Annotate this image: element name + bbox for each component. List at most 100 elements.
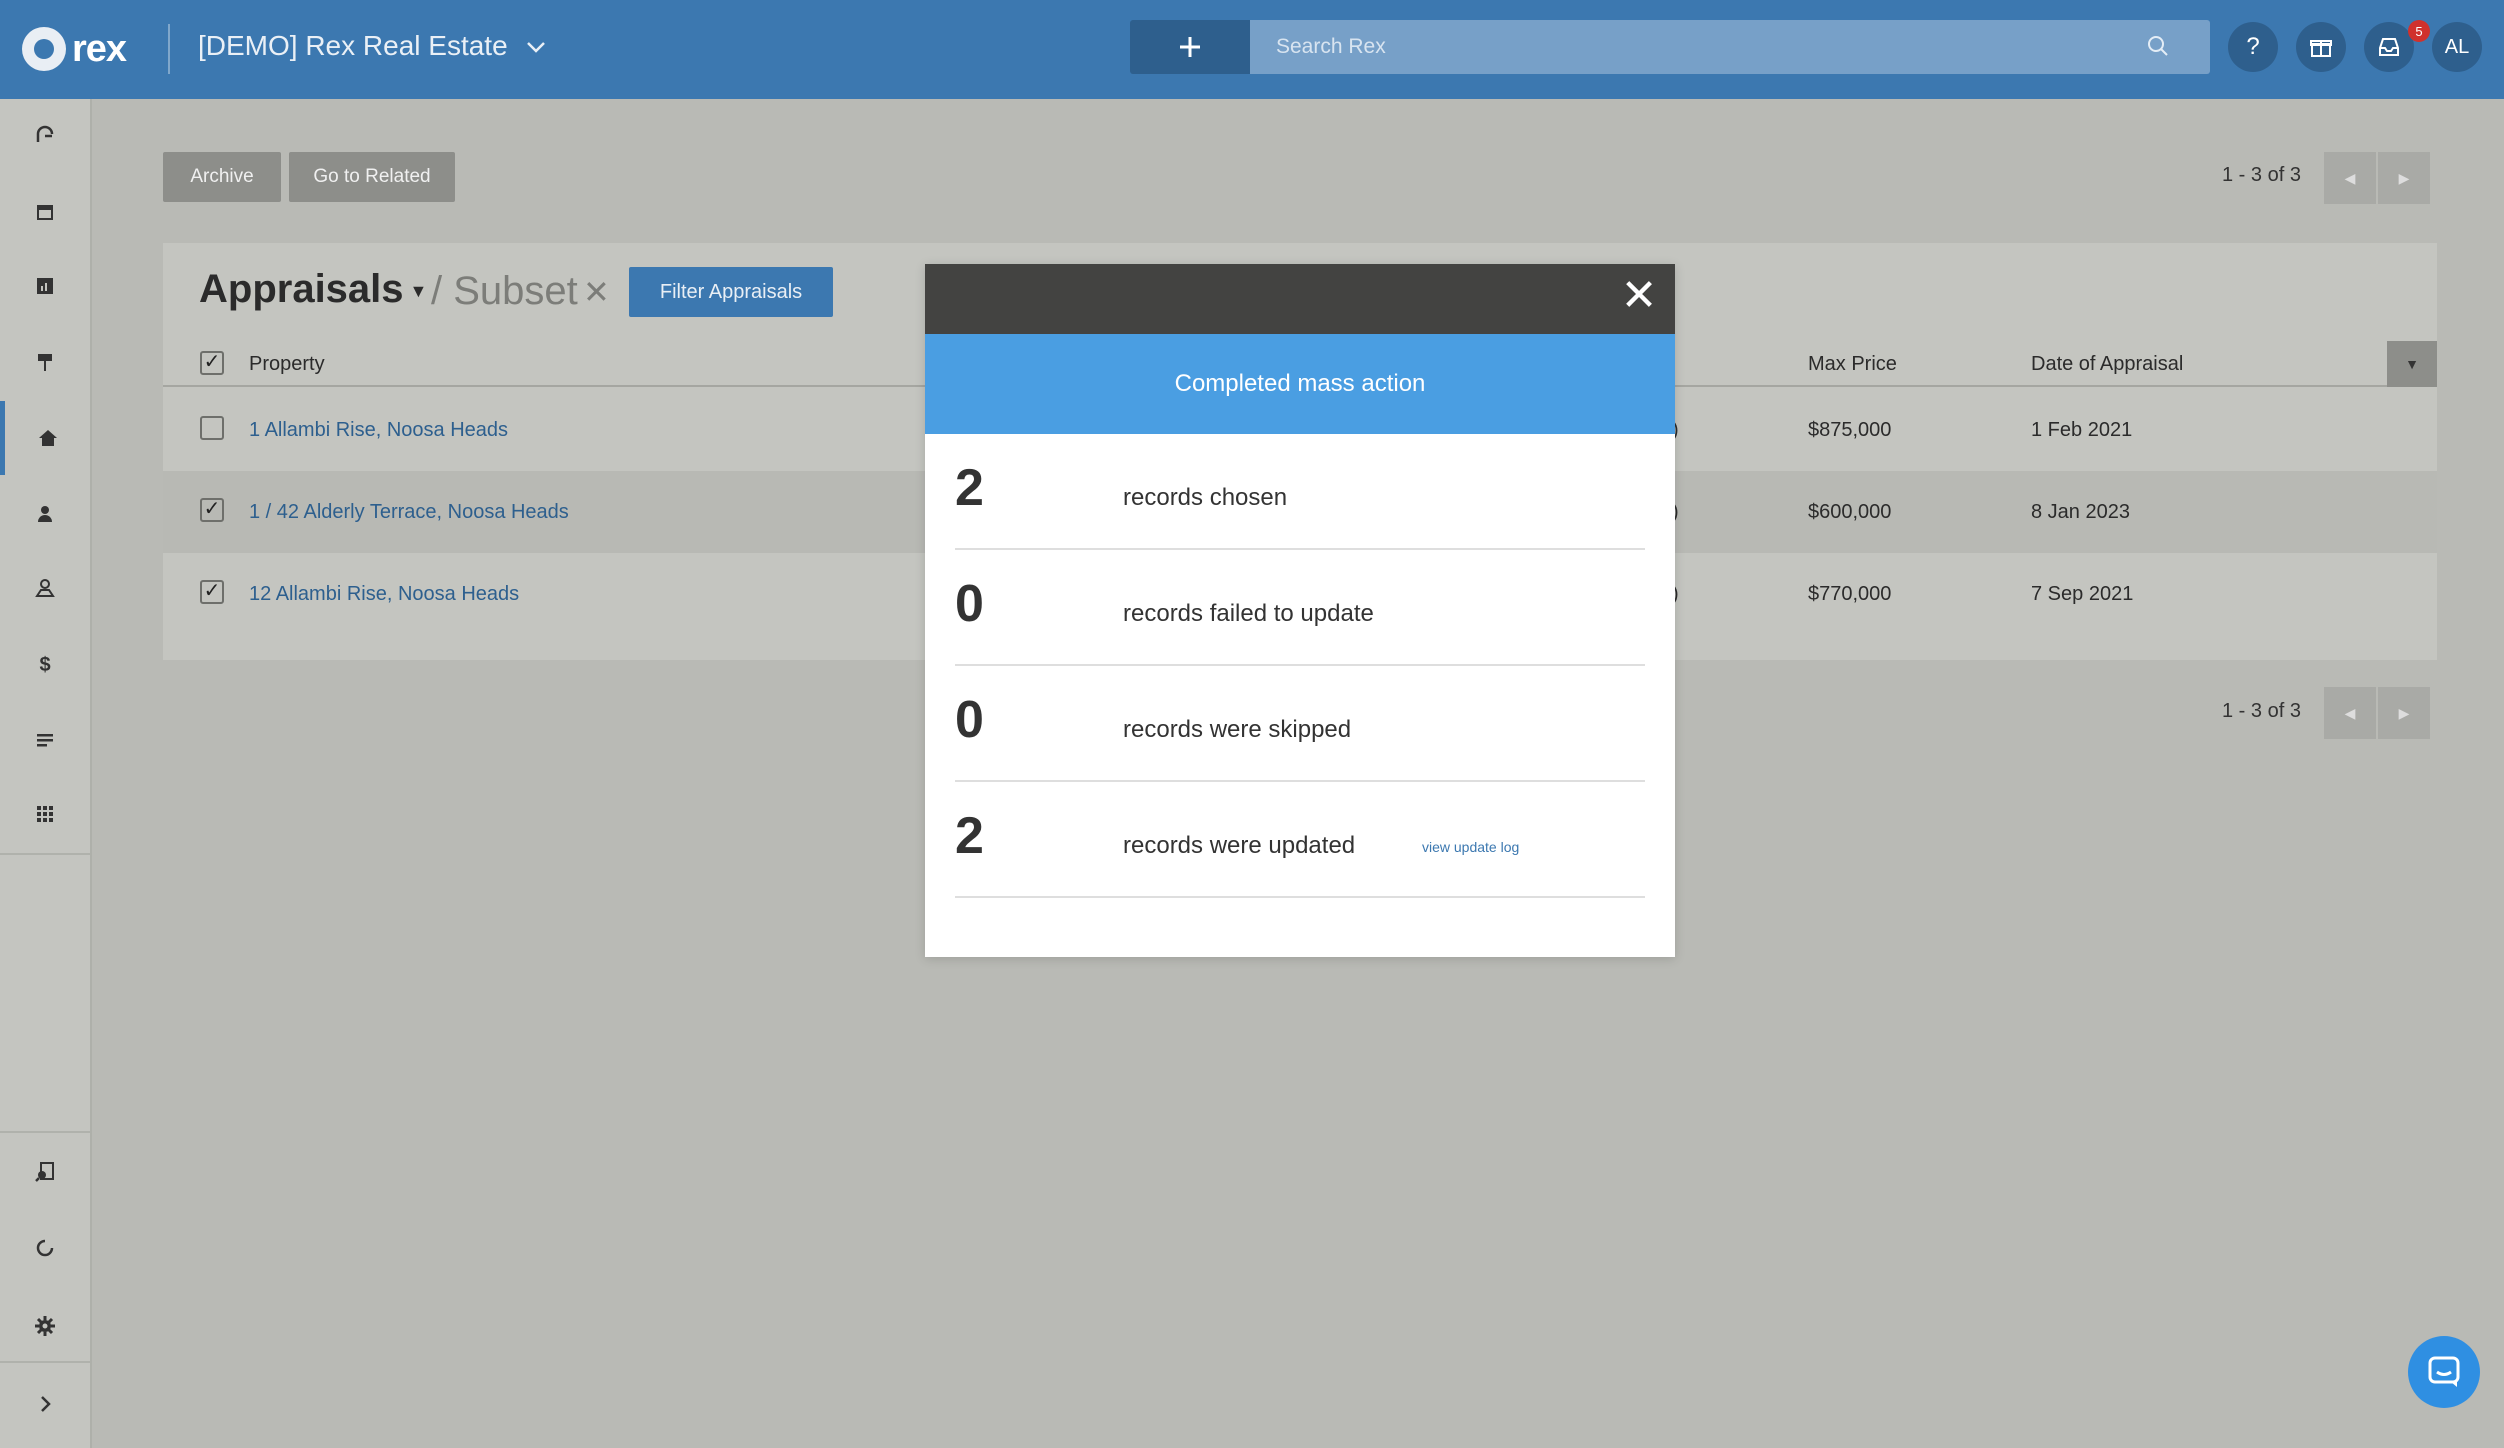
- top-divider: [168, 24, 170, 74]
- user-initials: AL: [2444, 35, 2470, 58]
- top-bar: rex [DEMO] Rex Real Estate ? 5 AL: [0, 0, 2504, 99]
- sidebar-item-agents[interactable]: [0, 551, 90, 625]
- chart-icon: [37, 278, 53, 294]
- sidebar-divider: [0, 1131, 90, 1133]
- search-icon[interactable]: [2146, 34, 2170, 58]
- archive-button[interactable]: Archive: [163, 152, 281, 202]
- user-avatar[interactable]: AL: [2432, 22, 2482, 72]
- next-page-button[interactable]: ▶: [2378, 152, 2430, 204]
- help-button[interactable]: ?: [2228, 22, 2278, 72]
- agent-icon: [35, 579, 55, 597]
- sidebar-divider: [0, 853, 90, 855]
- account-switcher[interactable]: [DEMO] Rex Real Estate: [198, 26, 546, 66]
- caret-right-icon: ▶: [2398, 704, 2410, 721]
- clear-subset-icon[interactable]: ✕: [583, 273, 610, 311]
- sidebar-item-contacts[interactable]: [0, 477, 90, 551]
- column-menu-button[interactable]: ▼: [2387, 341, 2437, 387]
- stat-label: records were skipped: [1123, 716, 1352, 743]
- document-search-icon: [35, 1162, 54, 1182]
- row-checkbox[interactable]: [200, 416, 224, 440]
- sidebar-item-properties[interactable]: [0, 401, 90, 475]
- sidebar-item-lists[interactable]: [0, 703, 90, 777]
- person-icon: [38, 506, 52, 522]
- select-all-checkbox[interactable]: ✓: [200, 351, 224, 375]
- max-price-cell: $875,000: [1808, 419, 1892, 441]
- sidebar-divider: [0, 1361, 90, 1363]
- stat-label: records chosen: [1123, 484, 1288, 511]
- gift-button[interactable]: [2296, 22, 2346, 72]
- view-update-log-link[interactable]: view update log: [1422, 839, 1519, 855]
- stat-row: 0 records were skipped: [955, 666, 1645, 782]
- caret-down-icon: ▼: [2405, 356, 2419, 372]
- mass-action-modal: ✕ Completed mass action 2 records chosen…: [925, 264, 1675, 957]
- stat-row: 0 records failed to update: [955, 550, 1645, 666]
- column-header-date[interactable]: Date of Appraisal: [2031, 353, 2183, 376]
- gift-icon: [2310, 40, 2332, 57]
- rex-logo[interactable]: rex: [22, 24, 127, 74]
- caret-down-icon: ▼: [409, 280, 428, 301]
- sidebar-item-activity[interactable]: [0, 1211, 90, 1285]
- row-checkbox[interactable]: ✓: [200, 498, 224, 522]
- prev-page-button[interactable]: ◀: [2324, 687, 2376, 739]
- column-header-property[interactable]: Property: [249, 353, 325, 376]
- chat-icon: [2428, 1356, 2460, 1387]
- inbox-button[interactable]: [2364, 22, 2414, 72]
- sidebar-item-apps[interactable]: [0, 777, 90, 851]
- panel-title[interactable]: Appraisals ▼: [199, 267, 427, 312]
- chat-launcher-button[interactable]: [2408, 1336, 2480, 1408]
- stat-value: 2: [955, 459, 984, 517]
- lines-icon: [37, 734, 53, 747]
- close-icon[interactable]: ✕: [1619, 274, 1659, 318]
- rex-home-icon: [36, 125, 54, 142]
- refresh-icon: [36, 1239, 54, 1257]
- modal-header: ✕: [925, 264, 1675, 334]
- sidebar-item-reports[interactable]: [0, 249, 90, 323]
- stat-row: 2 records were updated view update log: [955, 782, 1645, 898]
- date-cell: 8 Jan 2023: [2031, 501, 2130, 523]
- stat-label: records were updated: [1123, 832, 1356, 859]
- search-bar: [1250, 20, 2210, 74]
- chevron-right-icon: [41, 1396, 51, 1412]
- chevron-down-icon: [526, 33, 546, 59]
- caret-right-icon: ▶: [2398, 169, 2410, 186]
- stat-value: 2: [955, 807, 984, 865]
- stat-value: 0: [955, 691, 984, 749]
- stat-value: 0: [955, 575, 984, 633]
- caret-left-icon: ◀: [2344, 169, 2356, 186]
- property-link[interactable]: 1 Allambi Rise, Noosa Heads: [249, 419, 508, 442]
- grid-icon: [37, 806, 53, 822]
- subset-label: / Subset: [431, 269, 578, 313]
- page-title: Appraisals: [199, 267, 404, 311]
- add-button[interactable]: [1130, 20, 1250, 74]
- row-checkbox[interactable]: ✓: [200, 580, 224, 604]
- max-price-cell: $770,000: [1808, 583, 1892, 605]
- next-page-button[interactable]: ▶: [2378, 687, 2430, 739]
- prev-page-button[interactable]: ◀: [2324, 152, 2376, 204]
- modal-title: Completed mass action: [925, 334, 1675, 434]
- search-input[interactable]: [1250, 20, 2130, 74]
- stat-label: records failed to update: [1123, 600, 1374, 627]
- house-icon: [38, 430, 57, 446]
- property-link[interactable]: 1 / 42 Alderly Terrace, Noosa Heads: [249, 501, 569, 524]
- date-cell: 7 Sep 2021: [2031, 583, 2134, 605]
- brand-name: rex: [72, 27, 127, 70]
- column-header-max-price[interactable]: Max Price: [1808, 353, 1897, 376]
- sidebar-item-finance[interactable]: $: [0, 627, 90, 701]
- property-link[interactable]: 12 Allambi Rise, Noosa Heads: [249, 583, 519, 606]
- sidebar: $: [0, 99, 92, 1448]
- sidebar-item-listings[interactable]: [0, 325, 90, 399]
- sidebar-expand[interactable]: [0, 1367, 90, 1441]
- stat-row: 2 records chosen: [955, 434, 1645, 550]
- sidebar-item-calendar[interactable]: [0, 175, 90, 249]
- sidebar-item-search-docs[interactable]: [0, 1135, 90, 1209]
- pagination-count: 1 - 3 of 3: [2222, 700, 2301, 722]
- date-cell: 1 Feb 2021: [2031, 419, 2133, 441]
- sidebar-item-settings[interactable]: [0, 1289, 90, 1363]
- svg-text:$: $: [39, 654, 50, 676]
- calendar-icon: [37, 205, 53, 220]
- filter-appraisals-button[interactable]: Filter Appraisals: [629, 267, 833, 317]
- sidebar-item-home[interactable]: [0, 99, 90, 173]
- dollar-icon: $: [39, 654, 50, 676]
- inbox-icon: [2379, 38, 2399, 56]
- go-to-related-button[interactable]: Go to Related: [289, 152, 455, 202]
